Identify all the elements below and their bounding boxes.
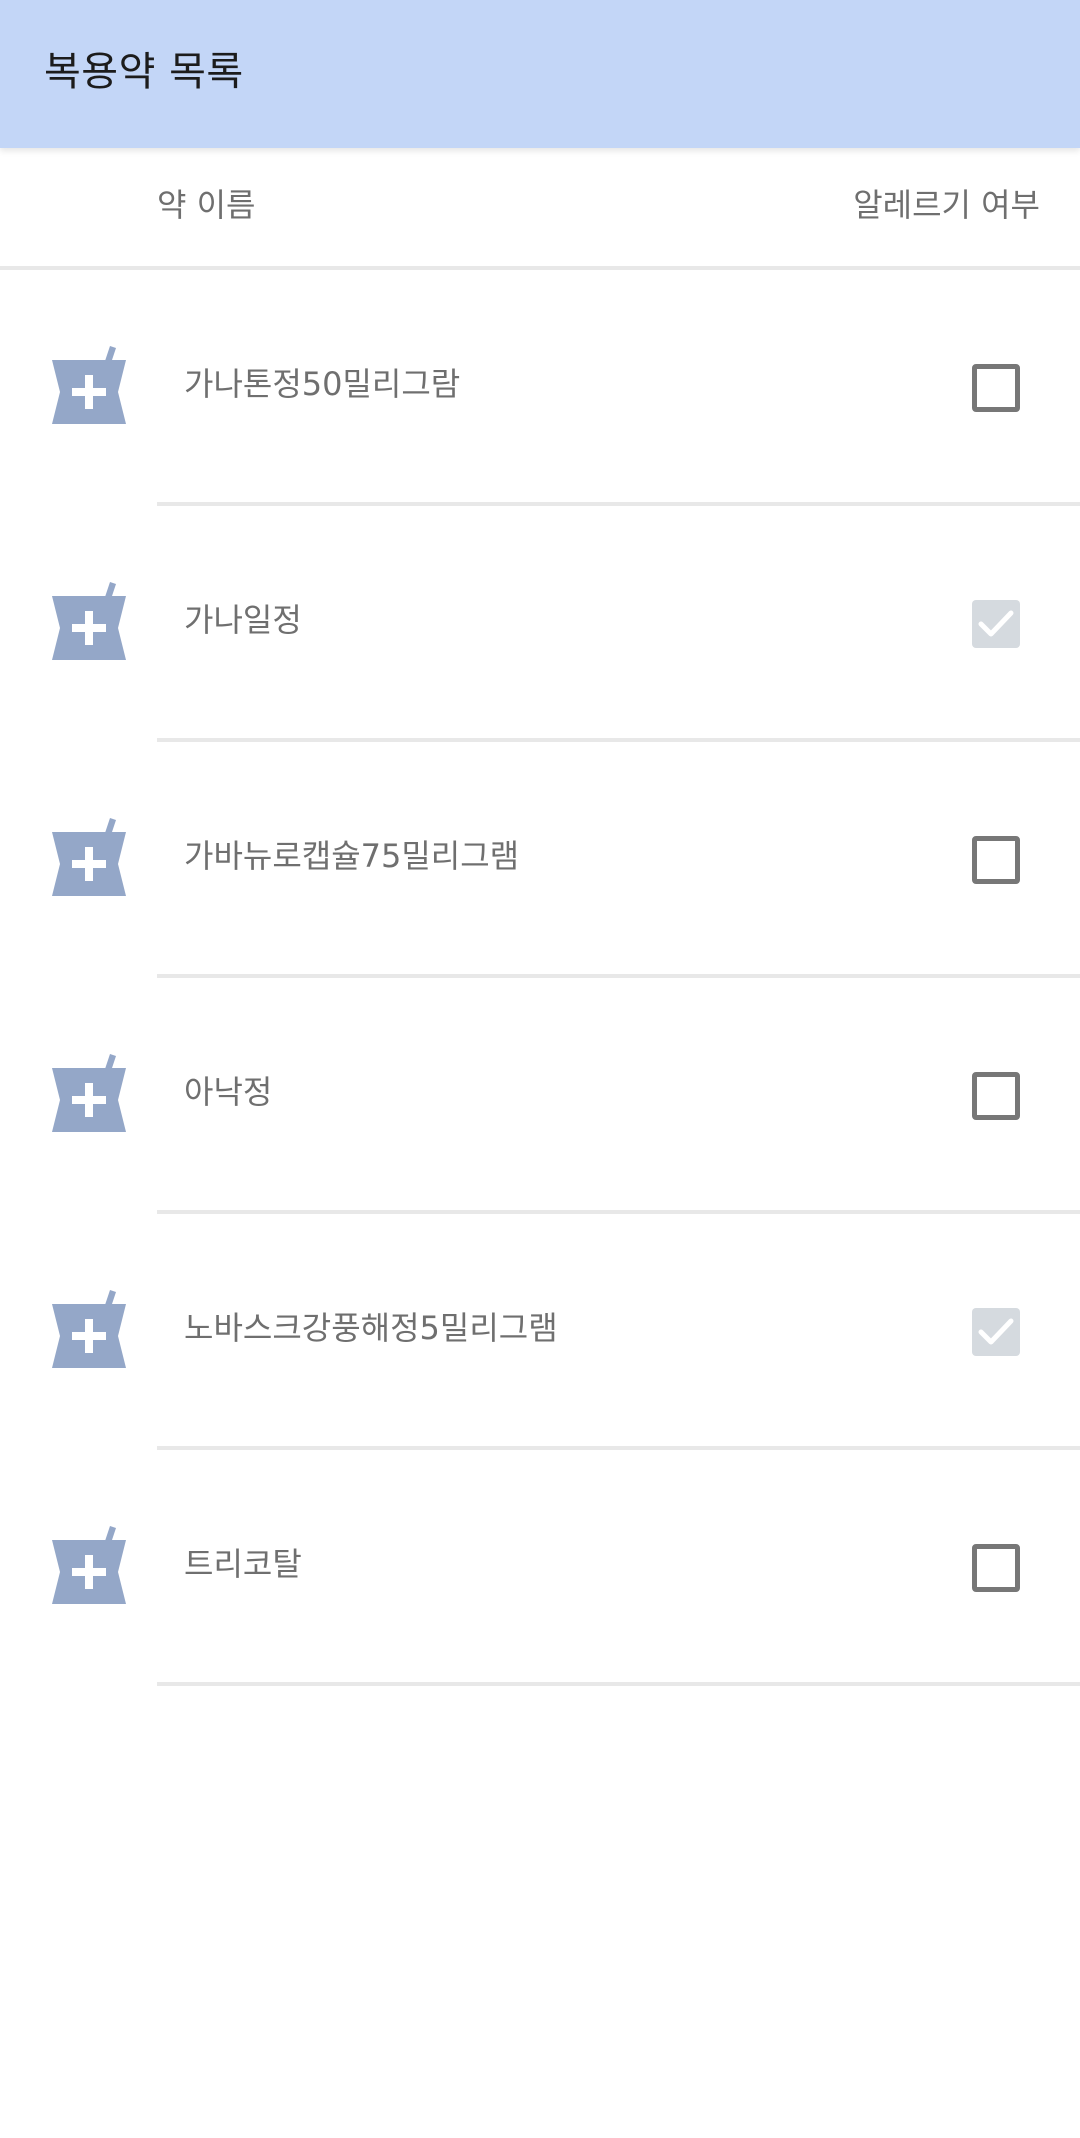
list-item[interactable]: 아낙정 <box>0 978 1080 1214</box>
mortar-pestle-plus-icon <box>52 582 126 660</box>
mortar-pestle-plus-icon <box>52 346 126 424</box>
medicine-name: 가나톤정50밀리그람 <box>184 365 461 403</box>
medicine-name: 노바스크강풍해정5밀리그램 <box>184 1309 558 1347</box>
medicine-name: 아낙정 <box>184 1073 273 1111</box>
list-item[interactable]: 가바뉴로캡슐75밀리그램 <box>0 742 1080 978</box>
page-title: 복용약 목록 <box>44 49 244 95</box>
medicine-list: 가나톤정50밀리그람 가나일정 가바뉴로캡슐75밀리그램 아낙정 노바스크강풍해… <box>0 270 1080 1686</box>
allergy-checkbox[interactable] <box>972 1308 1020 1356</box>
allergy-checkbox[interactable] <box>972 1072 1020 1120</box>
column-header: 약 이름 알레르기 여부 <box>0 148 1080 270</box>
medicine-name: 트리코탈 <box>184 1545 302 1583</box>
list-item[interactable]: 노바스크강풍해정5밀리그램 <box>0 1214 1080 1450</box>
app-bar: 복용약 목록 <box>0 0 1080 148</box>
allergy-checkbox[interactable] <box>972 1544 1020 1592</box>
medication-list-screen: 복용약 목록 약 이름 알레르기 여부 가나톤정50밀리그람 가나일정 가바뉴로… <box>0 0 1080 2138</box>
column-header-name: 약 이름 <box>157 186 256 224</box>
checkmark-icon <box>978 610 1014 637</box>
medicine-name: 가바뉴로캡슐75밀리그램 <box>184 837 520 875</box>
list-item[interactable]: 가나일정 <box>0 506 1080 742</box>
list-item[interactable]: 가나톤정50밀리그람 <box>0 270 1080 506</box>
allergy-checkbox[interactable] <box>972 836 1020 884</box>
allergy-checkbox[interactable] <box>972 364 1020 412</box>
divider <box>157 1682 1080 1686</box>
allergy-checkbox[interactable] <box>972 600 1020 648</box>
mortar-pestle-plus-icon <box>52 818 126 896</box>
mortar-pestle-plus-icon <box>52 1290 126 1368</box>
medicine-name: 가나일정 <box>184 601 302 639</box>
checkmark-icon <box>978 1318 1014 1345</box>
mortar-pestle-plus-icon <box>52 1526 126 1604</box>
list-item[interactable]: 트리코탈 <box>0 1450 1080 1686</box>
column-header-allergy: 알레르기 여부 <box>853 186 1040 224</box>
mortar-pestle-plus-icon <box>52 1054 126 1132</box>
